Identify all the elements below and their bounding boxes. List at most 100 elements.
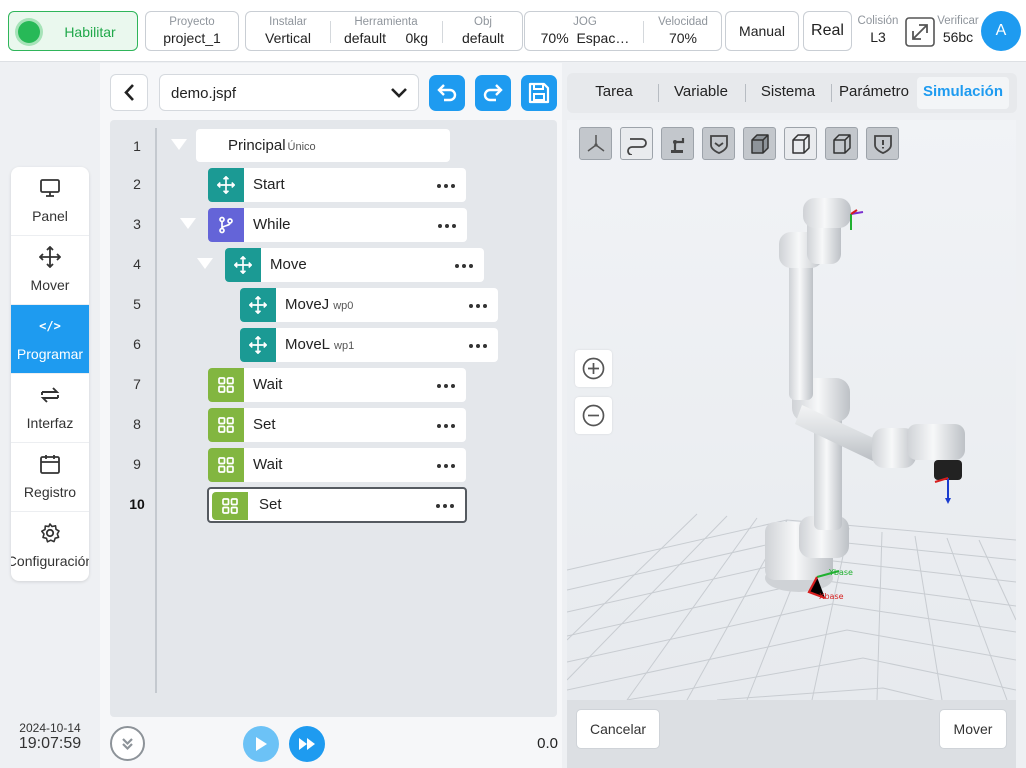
axes-view-button[interactable] <box>579 127 612 160</box>
more-options-icon[interactable] <box>455 256 477 274</box>
back-button[interactable] <box>110 74 148 111</box>
node-icon-bg <box>212 492 248 520</box>
sidebar-item-move[interactable]: Mover <box>11 236 89 305</box>
cancel-button[interactable]: Cancelar <box>576 709 660 749</box>
jog-mode: Espac… <box>576 30 630 46</box>
front-view-button[interactable] <box>743 127 776 160</box>
program-node-set[interactable]: Set <box>208 408 466 442</box>
install-field[interactable]: Instalar Vertical <box>248 16 328 47</box>
panel-tabs: Tarea Variable Sistema Parámetro Simulac… <box>567 73 1017 113</box>
enable-button[interactable]: Habilitar <box>8 11 138 51</box>
real-mode-button[interactable]: Real <box>803 11 852 51</box>
move-button[interactable]: Mover <box>939 709 1007 749</box>
cube-top-icon <box>792 134 810 154</box>
program-node-wait[interactable]: Wait <box>208 448 466 482</box>
tab-simulation[interactable]: Simulación <box>917 77 1009 109</box>
branch-icon <box>219 216 233 234</box>
side-view-button[interactable] <box>825 127 858 160</box>
grid-icon <box>218 417 234 433</box>
divider <box>643 21 644 43</box>
sidebar-item-panel[interactable]: Panel <box>11 167 89 236</box>
path-view-button[interactable] <box>620 127 653 160</box>
sidebar-item-log[interactable]: Registro <box>11 443 89 512</box>
more-options-icon[interactable] <box>469 296 491 314</box>
tab-task[interactable]: Tarea <box>575 73 653 113</box>
avatar[interactable]: A <box>981 11 1021 51</box>
more-options-icon[interactable] <box>469 336 491 354</box>
verify-field[interactable]: Verificar 56bc <box>934 15 982 46</box>
line-number: 7 <box>133 376 141 392</box>
undo-button[interactable] <box>429 75 465 111</box>
code-icon: </> <box>39 319 61 333</box>
play-button[interactable] <box>243 726 279 762</box>
chevron-left-icon <box>124 84 134 101</box>
program-node-while[interactable]: While <box>208 208 467 242</box>
node-title: Start <box>253 176 285 193</box>
node-title: Set <box>259 496 282 513</box>
node-title: Set <box>253 416 276 433</box>
obj-field[interactable]: Obj default <box>444 16 522 47</box>
step-over-button[interactable] <box>110 726 145 761</box>
tool-label: Herramienta <box>354 16 418 28</box>
tab-parameter[interactable]: Parámetro <box>834 73 914 113</box>
more-options-icon[interactable] <box>437 456 459 474</box>
tool-field[interactable]: Herramienta default 0kg <box>334 16 438 47</box>
program-root-node[interactable]: Principal Único <box>196 129 450 162</box>
tab-variable[interactable]: Variable <box>662 73 740 113</box>
clock-date: 2024-10-14 <box>19 721 81 735</box>
sidebar-item-settings[interactable]: Configuración <box>11 512 89 581</box>
project-selector[interactable]: Proyecto project_1 <box>145 11 239 51</box>
clock-time: 19:07:59 <box>18 735 82 752</box>
safety-zone-button[interactable] <box>702 127 735 160</box>
calendar-icon <box>40 455 60 474</box>
more-options-icon[interactable] <box>437 376 459 394</box>
jog-field[interactable]: JOG 70% Espac… <box>529 16 641 47</box>
program-node-move[interactable]: Move <box>225 248 484 282</box>
more-options-icon[interactable] <box>437 416 459 434</box>
program-file-select[interactable]: demo.jspf <box>159 74 419 111</box>
program-node-set-selected[interactable]: Set <box>207 487 467 523</box>
install-tool-group: Instalar Vertical Herramienta default 0k… <box>245 11 523 51</box>
play-icon <box>256 737 267 751</box>
node-icon-bg <box>208 208 244 242</box>
collapse-principal-toggle[interactable] <box>171 139 187 150</box>
zoom-in-button[interactable] <box>575 350 612 387</box>
top-view-button[interactable] <box>784 127 817 160</box>
axes-view-icon <box>587 135 605 152</box>
more-options-icon[interactable] <box>437 176 459 194</box>
collision-alert-button[interactable] <box>866 127 899 160</box>
project-value: project_1 <box>163 30 221 46</box>
sidebar-nav: Panel Mover </> Programar Interfaz Regis… <box>11 167 89 581</box>
tool-value: default 0kg <box>334 29 438 47</box>
collapse-move-toggle[interactable] <box>197 258 213 269</box>
sidebar-item-interface[interactable]: Interfaz <box>11 374 89 443</box>
elapsed-time-readout: 0.0 <box>537 735 558 752</box>
collapse-while-toggle[interactable] <box>180 218 196 229</box>
program-node-movel[interactable]: MoveL wp1 <box>240 328 498 362</box>
program-node-movej[interactable]: MoveJ wp0 <box>240 288 498 322</box>
collision-field[interactable]: Colisión L3 <box>855 15 901 46</box>
fast-forward-button[interactable] <box>289 726 325 762</box>
jog-speed-group: JOG 70% Espac… Velocidad 70% <box>524 11 722 51</box>
sidebar-item-program[interactable]: </> Programar <box>11 305 89 374</box>
save-button[interactable] <box>521 75 557 111</box>
redo-button[interactable] <box>475 75 511 111</box>
expand-icon[interactable] <box>905 17 935 52</box>
more-options-icon[interactable] <box>438 216 460 234</box>
fast-forward-icon <box>299 738 315 750</box>
move-icon <box>39 246 61 268</box>
program-node-wait[interactable]: Wait <box>208 368 466 402</box>
speed-field[interactable]: Velocidad 70% <box>645 16 721 47</box>
program-node-start[interactable]: Start <box>208 168 466 202</box>
tree-guide-line <box>155 128 157 693</box>
node-title: MoveJ wp0 <box>285 296 353 313</box>
zoom-out-button[interactable] <box>575 397 612 434</box>
root-subtitle: Único <box>287 141 316 153</box>
more-options-icon[interactable] <box>436 496 458 514</box>
robot-arm-icon <box>671 138 685 153</box>
program-file-name: demo.jspf <box>171 85 237 102</box>
manual-mode-button[interactable]: Manual <box>725 11 799 51</box>
tab-system[interactable]: Sistema <box>749 73 827 113</box>
robot-view-button[interactable] <box>661 127 694 160</box>
path-icon <box>627 138 647 155</box>
